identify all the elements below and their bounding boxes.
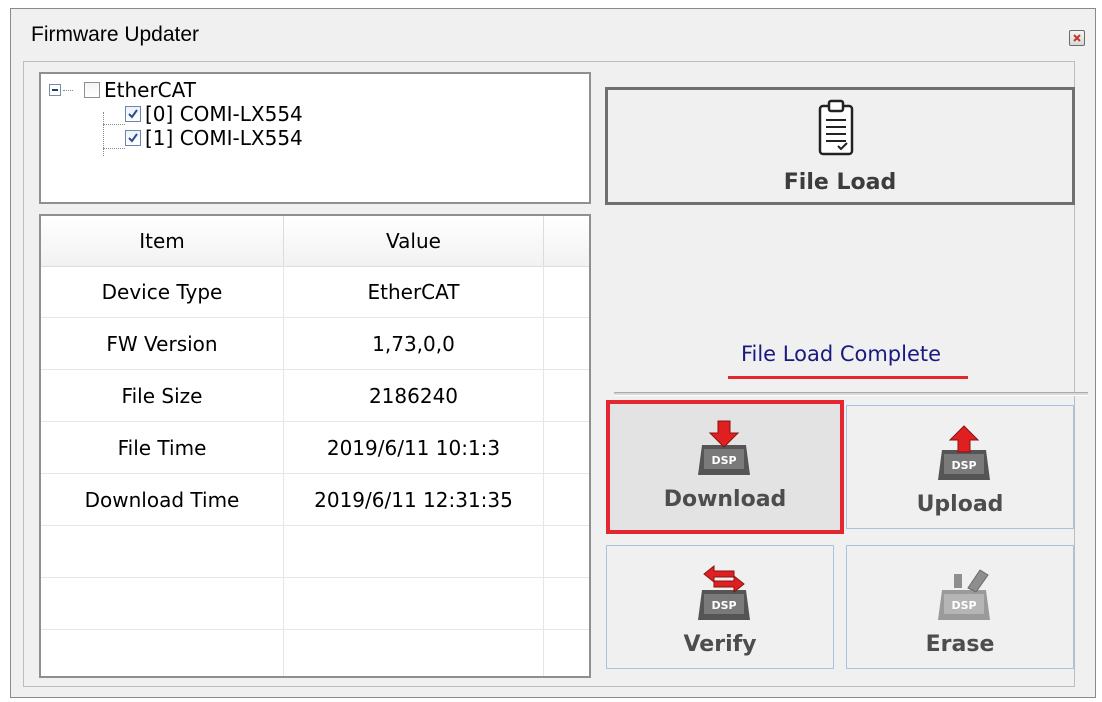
dsp-erase-icon: DSP <box>938 569 990 620</box>
table-cell-value: EtherCAT <box>284 266 544 317</box>
table-row[interactable] <box>41 578 589 630</box>
svg-text:DSP: DSP <box>711 599 736 612</box>
table-row[interactable] <box>41 630 589 676</box>
table-cell-item: Download Time <box>41 474 284 525</box>
table-cell-item: Device Type <box>41 266 284 317</box>
firmware-updater-window: Firmware Updater EtherCAT [0] COMI-LX554… <box>10 8 1096 698</box>
table-row[interactable]: Device Type EtherCAT <box>41 266 589 318</box>
dsp-verify-icon: DSP <box>698 564 750 620</box>
clipboard-icon <box>818 99 854 156</box>
title-bar: Firmware Updater <box>11 9 1095 61</box>
table-cell-item <box>41 578 284 629</box>
status-underline <box>728 376 968 379</box>
table-cell-item: File Time <box>41 422 284 473</box>
verify-label: Verify <box>683 632 757 657</box>
tree-node-ethercat[interactable]: EtherCAT <box>49 78 196 102</box>
erase-label: Erase <box>925 632 995 657</box>
tree-node-label: EtherCAT <box>104 78 196 102</box>
status-message: File Load Complete <box>740 342 942 366</box>
tree-node-label: [0] COMI-LX554 <box>145 102 303 126</box>
table-row[interactable]: File Time 2019/6/11 10:1:3 <box>41 422 589 474</box>
column-header-item[interactable]: Item <box>41 216 284 266</box>
device-tree: EtherCAT [0] COMI-LX554 [1] COMI-LX554 <box>39 72 591 204</box>
table-cell-value <box>284 630 544 676</box>
device-info-table: Item Value Device Type EtherCAT FW Versi… <box>39 214 591 678</box>
table-header: Item Value <box>41 216 589 267</box>
table-cell-value: 2186240 <box>284 370 544 421</box>
window-title: Firmware Updater <box>31 23 200 46</box>
tree-node-device-1[interactable]: [1] COMI-LX554 <box>125 126 303 150</box>
download-button[interactable]: DSP Download <box>606 400 844 534</box>
check-icon <box>128 109 138 119</box>
download-label: Download <box>663 487 787 512</box>
verify-button[interactable]: DSP Verify <box>606 545 834 669</box>
table-cell-item: FW Version <box>41 318 284 369</box>
table-cell-item <box>41 526 284 577</box>
table-cell-value: 1,73,0,0 <box>284 318 544 369</box>
file-load-label: File Load <box>783 170 897 195</box>
table-cell-value <box>284 578 544 629</box>
table-cell-item <box>41 630 284 676</box>
tree-node-label: [1] COMI-LX554 <box>145 126 303 150</box>
column-header-spacer <box>544 216 589 266</box>
check-icon <box>128 133 138 143</box>
table-cell-item: File Size <box>41 370 284 421</box>
erase-button[interactable]: DSP Erase <box>846 545 1074 669</box>
tree-node-device-0[interactable]: [0] COMI-LX554 <box>125 102 303 126</box>
table-cell-value: 2019/6/11 12:31:35 <box>284 474 544 525</box>
table-cell-value: 2019/6/11 10:1:3 <box>284 422 544 473</box>
svg-text:DSP: DSP <box>711 454 736 467</box>
close-button[interactable] <box>1069 30 1085 46</box>
checkbox-device-0[interactable] <box>125 106 141 122</box>
table-row[interactable]: Download Time 2019/6/11 12:31:35 <box>41 474 589 526</box>
table-row[interactable]: FW Version 1,73,0,0 <box>41 318 589 370</box>
checkbox-ethercat[interactable] <box>84 82 100 98</box>
checkbox-device-1[interactable] <box>125 130 141 146</box>
dsp-upload-icon: DSP <box>938 425 990 480</box>
svg-text:DSP: DSP <box>951 599 976 612</box>
table-row[interactable]: File Size 2186240 <box>41 370 589 422</box>
table-cell-value <box>284 526 544 577</box>
close-icon <box>1073 34 1081 42</box>
upload-label: Upload <box>916 492 1004 517</box>
file-load-button[interactable]: File Load <box>605 87 1075 205</box>
main-content: EtherCAT [0] COMI-LX554 [1] COMI-LX554 I… <box>23 61 1088 687</box>
collapse-icon[interactable] <box>49 84 61 96</box>
separator <box>614 392 1088 396</box>
svg-text:DSP: DSP <box>951 459 976 472</box>
table-row[interactable] <box>41 526 589 578</box>
dsp-download-icon: DSP <box>698 420 750 475</box>
column-header-value[interactable]: Value <box>284 216 544 266</box>
upload-button[interactable]: DSP Upload <box>846 405 1074 529</box>
